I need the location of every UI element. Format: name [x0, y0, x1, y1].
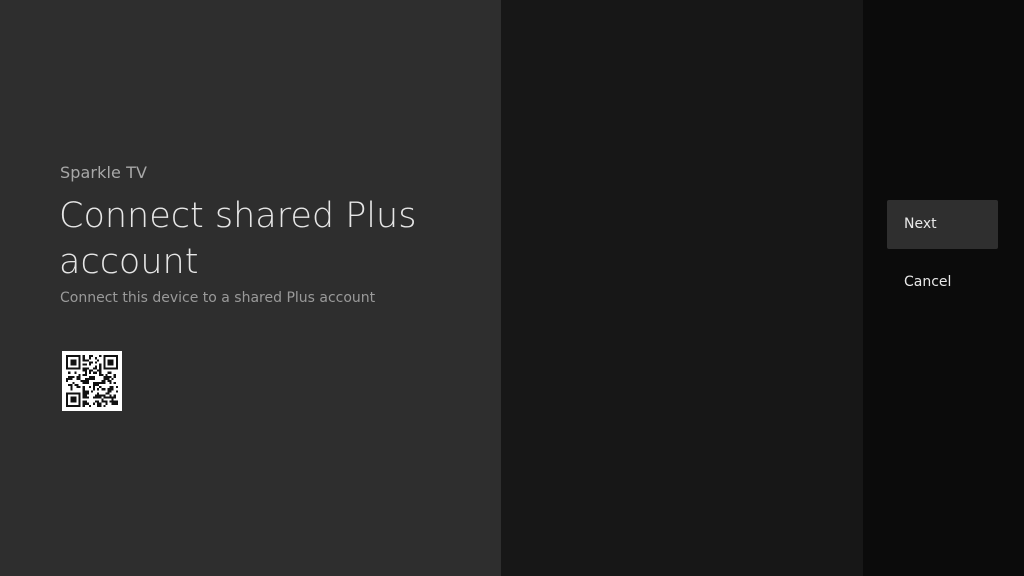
- guidance-panel: Sparkle TV Connect shared Plus account C…: [0, 0, 501, 576]
- page-description: Connect this device to a shared Plus acc…: [60, 290, 376, 306]
- content-panel: [501, 0, 863, 576]
- next-button[interactable]: Next: [887, 200, 998, 249]
- page-title: Connect shared Plus account: [59, 196, 417, 282]
- guided-step-screen: Sparkle TV Connect shared Plus account C…: [0, 0, 1024, 576]
- breadcrumb: Sparkle TV: [60, 163, 148, 182]
- cancel-button[interactable]: Cancel: [887, 258, 998, 307]
- qr-code-icon: [62, 351, 122, 411]
